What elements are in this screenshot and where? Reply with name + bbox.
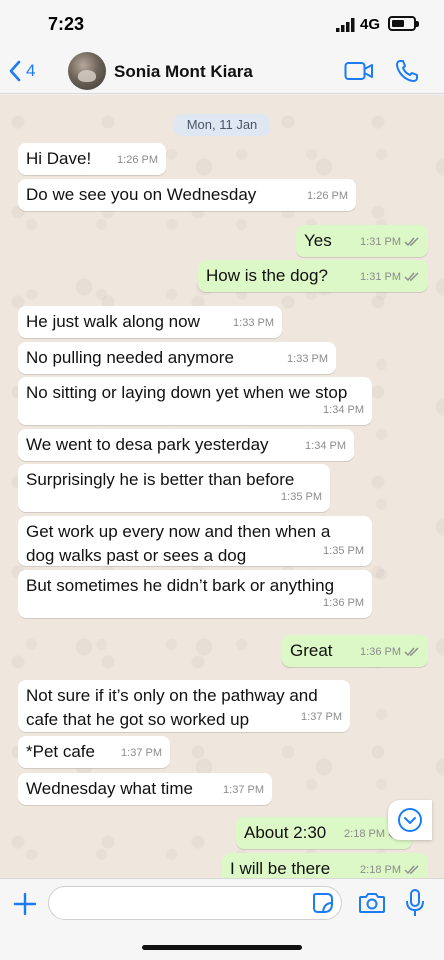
message-time-wrap: 1:31 PM <box>360 265 420 289</box>
battery-icon <box>388 16 419 31</box>
message-time: 2:18 PM <box>344 828 385 840</box>
message-incoming[interactable]: He just walk along now 1:33 PM <box>18 306 282 338</box>
message-incoming[interactable]: Wednesday what time 1:37 PM <box>18 773 272 805</box>
contact-name[interactable]: Sonia Mont Kiara <box>114 62 253 82</box>
message-incoming[interactable]: *Pet cafe 1:37 PM <box>18 736 170 768</box>
message-text: Get work up every now and then when a <box>26 522 331 541</box>
message-time: 1:26 PM <box>307 190 348 202</box>
message-time: 2:18 PM <box>360 864 401 876</box>
status-bar: 7:23 4G <box>0 0 444 48</box>
message-time: 1:31 PM <box>360 236 401 248</box>
message-incoming[interactable]: Get work up every now and then when a do… <box>18 516 372 566</box>
date-separator: Mon, 11 Jan <box>174 114 270 136</box>
message-time: 1:34 PM <box>323 404 364 416</box>
sticker-icon[interactable] <box>312 892 334 914</box>
chevron-left-icon <box>9 60 21 82</box>
message-incoming[interactable]: Do we see you on Wednesday 1:26 PM <box>18 179 356 211</box>
message-time: 1:34 PM <box>305 440 346 452</box>
message-time: 1:33 PM <box>287 353 328 365</box>
message-time-wrap: 1:31 PM <box>360 230 420 254</box>
message-time: 1:37 PM <box>223 784 264 796</box>
avatar[interactable] <box>68 52 106 90</box>
message-outgoing[interactable]: About 2:30 2:18 PM <box>236 817 412 849</box>
microphone-icon[interactable] <box>404 888 426 918</box>
network-label: 4G <box>360 16 381 33</box>
chat-area[interactable]: Mon, 11 Jan Hi Dave! 1:26 PM Do we see y… <box>0 95 444 878</box>
double-check-icon <box>404 865 419 875</box>
message-text: We went to desa park yesterday <box>26 435 269 454</box>
double-check-icon <box>404 647 419 657</box>
message-incoming[interactable]: But sometimes he didn’t bark or anything… <box>18 570 372 618</box>
message-time: 1:37 PM <box>121 747 162 759</box>
message-incoming[interactable]: Surprisingly he is better than before 1:… <box>18 464 330 512</box>
plus-icon[interactable] <box>12 891 38 917</box>
message-time: 1:35 PM <box>281 491 322 503</box>
back-button[interactable]: 4 <box>8 54 35 88</box>
message-incoming[interactable]: Not sure if it’s only on the pathway and… <box>18 680 350 732</box>
chat-header: 4 Sonia Mont Kiara <box>0 48 444 94</box>
message-time: 1:36 PM <box>323 597 364 609</box>
message-incoming[interactable]: We went to desa park yesterday 1:34 PM <box>18 429 354 461</box>
chevron-down-circle-icon <box>398 808 422 832</box>
message-outgoing[interactable]: Great 1:36 PM <box>282 635 428 667</box>
camera-icon[interactable] <box>358 891 386 915</box>
message-outgoing[interactable]: How is the dog? 1:31 PM <box>198 260 428 292</box>
message-text: But sometimes he didn’t bark or anything <box>26 576 335 595</box>
message-time-wrap: 1:36 PM <box>360 640 420 664</box>
message-text: Do we see you on Wednesday <box>26 185 257 204</box>
message-time: 1:26 PM <box>117 154 158 166</box>
message-time: 1:33 PM <box>233 317 274 329</box>
signal-icon <box>336 18 355 32</box>
message-incoming[interactable]: No sitting or laying down yet when we st… <box>18 377 372 425</box>
phone-call-icon[interactable] <box>394 58 420 84</box>
message-time: 1:37 PM <box>301 711 342 723</box>
message-time-wrap: 2:18 PM <box>360 858 420 878</box>
double-check-icon <box>404 237 419 247</box>
message-text: Not sure if it’s only on the pathway and <box>26 686 318 705</box>
message-text-line2: dog walks past or sees a dog <box>26 546 247 565</box>
status-time: 7:23 <box>48 14 85 34</box>
message-time: 1:35 PM <box>323 545 364 557</box>
message-time: 1:31 PM <box>360 271 401 283</box>
message-incoming[interactable]: Hi Dave! 1:26 PM <box>18 143 166 175</box>
message-time: 1:36 PM <box>360 646 401 658</box>
scroll-to-bottom-button[interactable] <box>388 800 432 840</box>
message-text: No sitting or laying down yet when we st… <box>26 383 348 402</box>
message-input[interactable] <box>48 886 342 920</box>
message-outgoing[interactable]: Yes 1:31 PM <box>296 225 428 257</box>
double-check-icon <box>404 272 419 282</box>
video-call-icon[interactable] <box>344 60 374 82</box>
home-indicator <box>142 945 302 950</box>
message-outgoing[interactable]: I will be there 2:18 PM <box>222 853 428 878</box>
message-incoming[interactable]: No pulling needed anymore 1:33 PM <box>18 342 336 374</box>
unread-count: 4 <box>26 61 36 80</box>
